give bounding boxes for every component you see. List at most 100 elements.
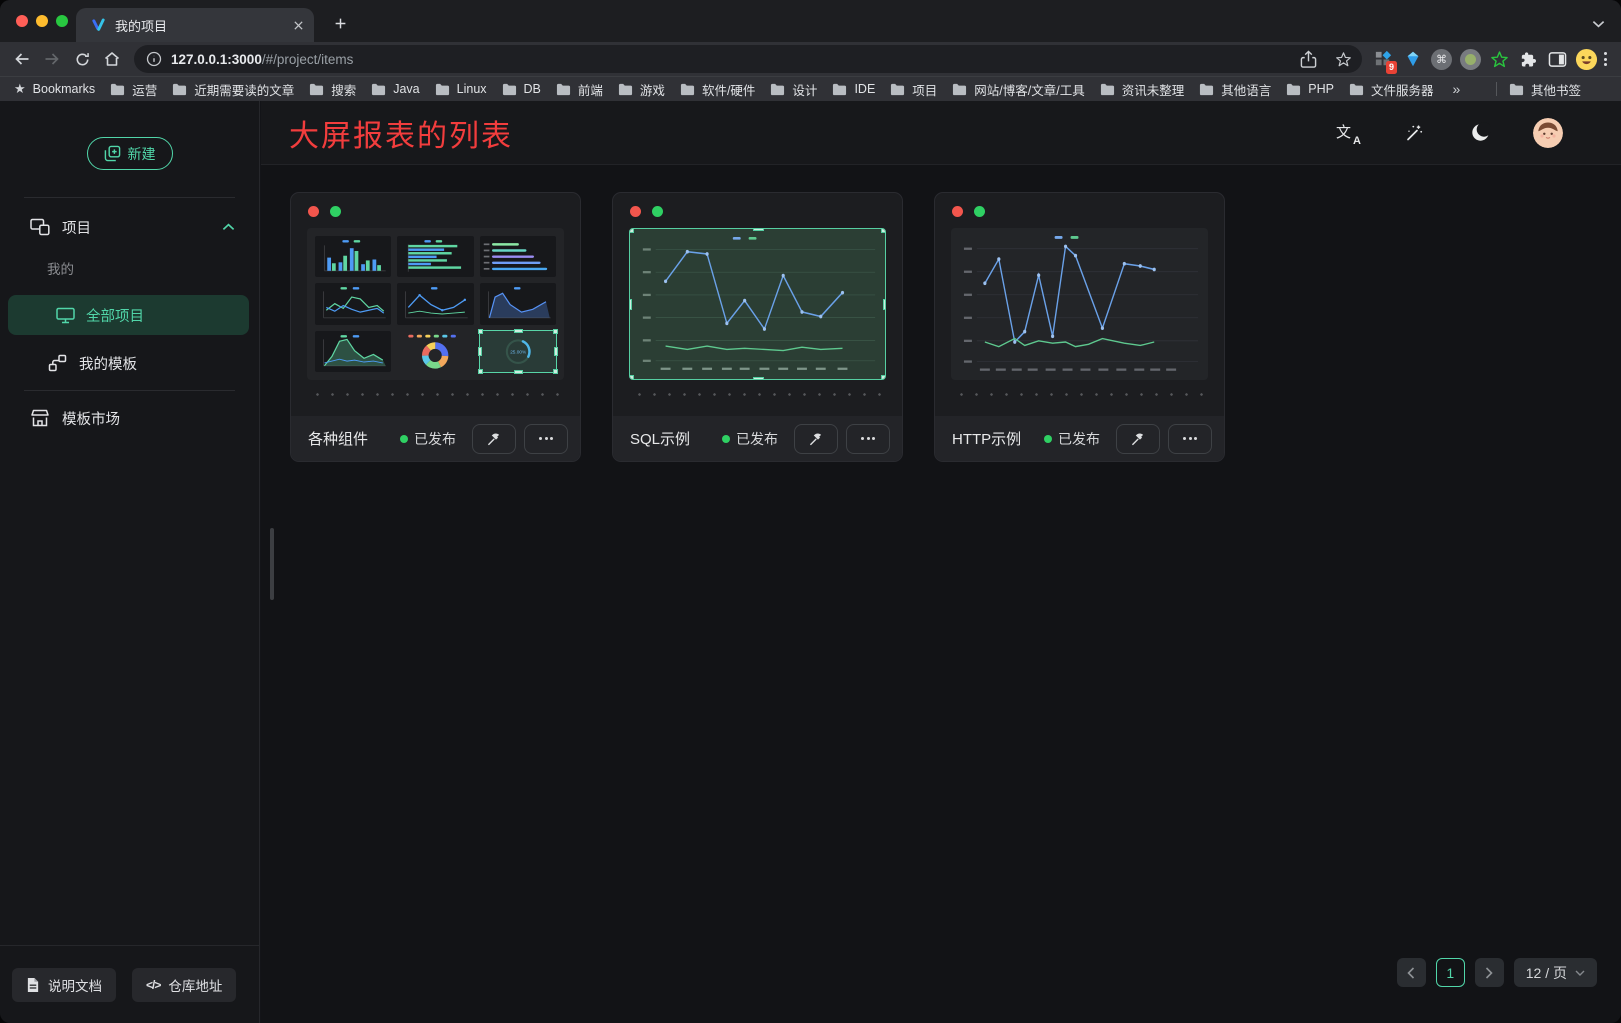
bookmark-folder[interactable]: 运营: [110, 80, 157, 99]
page-size-select[interactable]: 12 / 页: [1514, 958, 1597, 987]
edit-project-button[interactable]: [1116, 424, 1160, 454]
folder-icon: [556, 83, 571, 96]
mini-line-chart: [397, 283, 473, 324]
tab-strip: 我的项目: [0, 0, 1621, 42]
bookmark-folder[interactable]: 前端: [556, 80, 603, 99]
project-name: 各种组件: [308, 428, 392, 449]
bookmark-folder[interactable]: 网站/博客/文章/工具: [952, 80, 1084, 99]
bookmark-folder[interactable]: Java: [371, 82, 419, 96]
project-card[interactable]: HTTP示例 已发布: [934, 192, 1225, 462]
bookmark-folder[interactable]: 近期需要读的文章: [172, 80, 294, 99]
extension-badge: 9: [1386, 61, 1397, 74]
more-actions-button[interactable]: [1168, 424, 1212, 454]
url-host: 127.0.0.1:3000: [171, 52, 262, 67]
bookmark-folder[interactable]: DB: [502, 82, 541, 96]
hammer-icon: [486, 431, 502, 447]
other-bookmarks[interactable]: 其他书签: [1509, 80, 1581, 99]
more-actions-button[interactable]: [846, 424, 890, 454]
folder-icon: [371, 83, 386, 96]
bookmark-folder[interactable]: 游戏: [618, 80, 665, 99]
forward-arrow-icon: [43, 50, 61, 68]
prev-page-button[interactable]: [1397, 958, 1426, 987]
docs-button[interactable]: 说明文档: [12, 968, 116, 1002]
project-card[interactable]: 25.00% 各种组件 已发布: [290, 192, 581, 462]
sql-line-chart: [630, 229, 885, 379]
minimize-window-button[interactable]: [36, 15, 48, 27]
side-panel-button[interactable]: [1544, 46, 1571, 73]
browser-menu-button[interactable]: [1604, 52, 1607, 66]
bookmark-folder[interactable]: 设计: [770, 80, 817, 99]
chevron-up-icon[interactable]: [222, 223, 235, 231]
project-name: SQL示例: [630, 428, 714, 449]
folder-icon: [1100, 83, 1115, 96]
tab-title: 我的项目: [115, 16, 285, 35]
close-window-button[interactable]: [16, 15, 28, 27]
edit-project-button[interactable]: [794, 424, 838, 454]
folder-icon: [1509, 83, 1524, 96]
workflow-icon: [48, 354, 67, 372]
theme-wand-button[interactable]: [1401, 120, 1427, 146]
edit-project-button[interactable]: [472, 424, 516, 454]
chevron-left-icon: [1407, 967, 1415, 979]
sidebar-item-all-projects[interactable]: 全部项目: [8, 295, 249, 335]
profile-avatar[interactable]: [1573, 46, 1600, 73]
new-tab-button[interactable]: [328, 11, 352, 35]
card-footer: 各种组件 已发布: [291, 416, 580, 461]
reload-button[interactable]: [68, 45, 96, 73]
extension-tabs-outliner[interactable]: 9: [1370, 46, 1397, 73]
project-card[interactable]: SQL示例 已发布: [612, 192, 903, 462]
new-project-button[interactable]: 新建: [87, 137, 173, 170]
current-page-button[interactable]: 1: [1436, 958, 1465, 987]
extension-gem[interactable]: [1399, 46, 1426, 73]
forward-button[interactable]: [38, 45, 66, 73]
header-actions: 文A: [1335, 118, 1621, 148]
repo-button[interactable]: </> 仓库地址: [132, 968, 236, 1002]
hammer-icon: [1130, 431, 1146, 447]
folder-icon: [770, 83, 785, 96]
bookmark-folder[interactable]: 文件服务器: [1349, 80, 1434, 99]
bookmark-folder[interactable]: Linux: [435, 82, 487, 96]
bookmark-folder[interactable]: 软件/硬件: [680, 80, 755, 99]
url-bar[interactable]: 127.0.0.1:3000/#/project/items: [134, 45, 1362, 73]
more-actions-button[interactable]: [524, 424, 568, 454]
status-dot-icon: [1044, 435, 1052, 443]
bookmark-folder[interactable]: 资讯未整理: [1100, 80, 1185, 99]
card-footer: SQL示例 已发布: [613, 416, 902, 461]
bookmark-folder[interactable]: IDE: [832, 82, 875, 96]
bookmark-folder[interactable]: 其他语言: [1199, 80, 1271, 99]
sidebar-group-project[interactable]: 项目: [0, 207, 259, 247]
extension-shortcuts[interactable]: ⌘: [1428, 46, 1455, 73]
bookmarks-root[interactable]: ★ Bookmarks: [14, 81, 95, 97]
monitor-icon: [56, 307, 75, 324]
app-root: 新建 项目 我的 全部项目: [0, 101, 1621, 1023]
bookmark-folder[interactable]: 项目: [890, 80, 937, 99]
tab-close-icon[interactable]: [293, 20, 304, 31]
sidebar-item-template-market[interactable]: 模板市场: [0, 398, 259, 438]
bookmark-star-button[interactable]: [1330, 46, 1356, 72]
mini-donut-chart: [397, 331, 473, 372]
site-info-icon[interactable]: [146, 51, 162, 67]
extensions-menu-button[interactable]: [1515, 46, 1542, 73]
bookmark-folder[interactable]: 搜索: [309, 80, 356, 99]
scrollbar-thumb[interactable]: [270, 528, 274, 600]
user-avatar[interactable]: [1533, 118, 1563, 148]
tab-search-button[interactable]: [1592, 15, 1605, 33]
extension-evernote[interactable]: [1486, 46, 1513, 73]
maximize-window-button[interactable]: [56, 15, 68, 27]
bookmarks-overflow-button[interactable]: »: [1452, 81, 1460, 97]
language-toggle-button[interactable]: 文A: [1335, 120, 1361, 146]
mini-area-chart-blue: [480, 283, 556, 324]
folder-icon: [110, 83, 125, 96]
gauge-value: 25.00%: [510, 349, 527, 354]
home-button[interactable]: [98, 45, 126, 73]
browser-tab[interactable]: 我的项目: [76, 8, 314, 42]
gem-icon: [1404, 50, 1422, 68]
dark-mode-button[interactable]: [1467, 120, 1493, 146]
next-page-button[interactable]: [1475, 958, 1504, 987]
browser-window: 我的项目: [0, 0, 1621, 1023]
back-button[interactable]: [8, 45, 36, 73]
bookmark-folder[interactable]: PHP: [1286, 82, 1334, 96]
sidebar-item-my-templates[interactable]: 我的模板: [0, 343, 259, 383]
share-button[interactable]: [1295, 46, 1321, 72]
extension-recorder[interactable]: [1457, 46, 1484, 73]
